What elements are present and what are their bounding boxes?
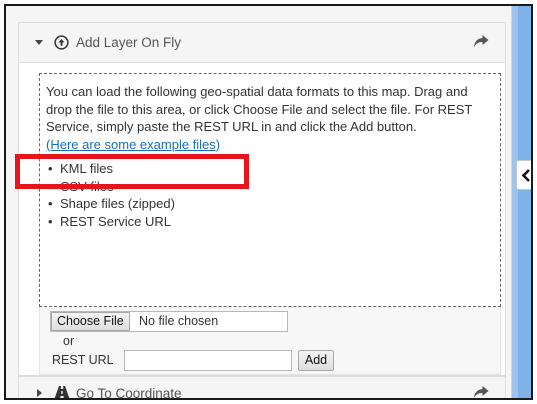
caret-down-icon[interactable] bbox=[35, 40, 43, 45]
map-area[interactable] bbox=[512, 6, 531, 398]
map-edge bbox=[512, 6, 518, 398]
share-arrow-icon[interactable] bbox=[473, 385, 489, 399]
goto-coordinate-title: Go To Coordinate bbox=[76, 386, 182, 400]
add-layer-header[interactable]: Add Layer On Fly bbox=[19, 23, 505, 63]
app-frame: Add Layer On Fly You can load the follow… bbox=[4, 4, 533, 400]
chevron-left-icon bbox=[521, 169, 530, 182]
add-button[interactable]: Add bbox=[298, 350, 334, 371]
collapse-panel-button[interactable] bbox=[516, 160, 531, 190]
example-files-link[interactable]: (Here are some example files) bbox=[46, 136, 256, 154]
road-icon bbox=[54, 386, 70, 398]
caret-right-icon[interactable] bbox=[37, 389, 42, 397]
file-drop-zone[interactable]: You can load the following geo-spatial d… bbox=[39, 73, 501, 307]
file-input[interactable]: Choose File No file chosen bbox=[50, 311, 288, 332]
instructions-text: You can load the following geo-spatial d… bbox=[46, 84, 473, 134]
side-panel: Add Layer On Fly You can load the follow… bbox=[6, 6, 512, 398]
choose-file-button[interactable]: Choose File bbox=[51, 312, 130, 331]
no-file-chosen-text: No file chosen bbox=[139, 314, 219, 328]
add-layer-title: Add Layer On Fly bbox=[76, 35, 182, 50]
share-arrow-icon[interactable] bbox=[473, 34, 489, 48]
rest-url-input[interactable] bbox=[124, 350, 292, 371]
or-label: or bbox=[63, 334, 75, 348]
goto-coordinate-accordion[interactable]: Go To Coordinate bbox=[18, 376, 506, 400]
upload-circle-icon bbox=[54, 35, 69, 50]
upload-controls: Choose File No file chosen or REST URL A… bbox=[39, 307, 501, 375]
add-layer-accordion: Add Layer On Fly You can load the follow… bbox=[18, 22, 506, 376]
list-item: Shape files (zipped) bbox=[46, 195, 494, 213]
rest-url-label: REST URL bbox=[52, 353, 114, 367]
highlight-annotation bbox=[15, 154, 249, 189]
list-item: REST Service URL bbox=[46, 213, 494, 231]
